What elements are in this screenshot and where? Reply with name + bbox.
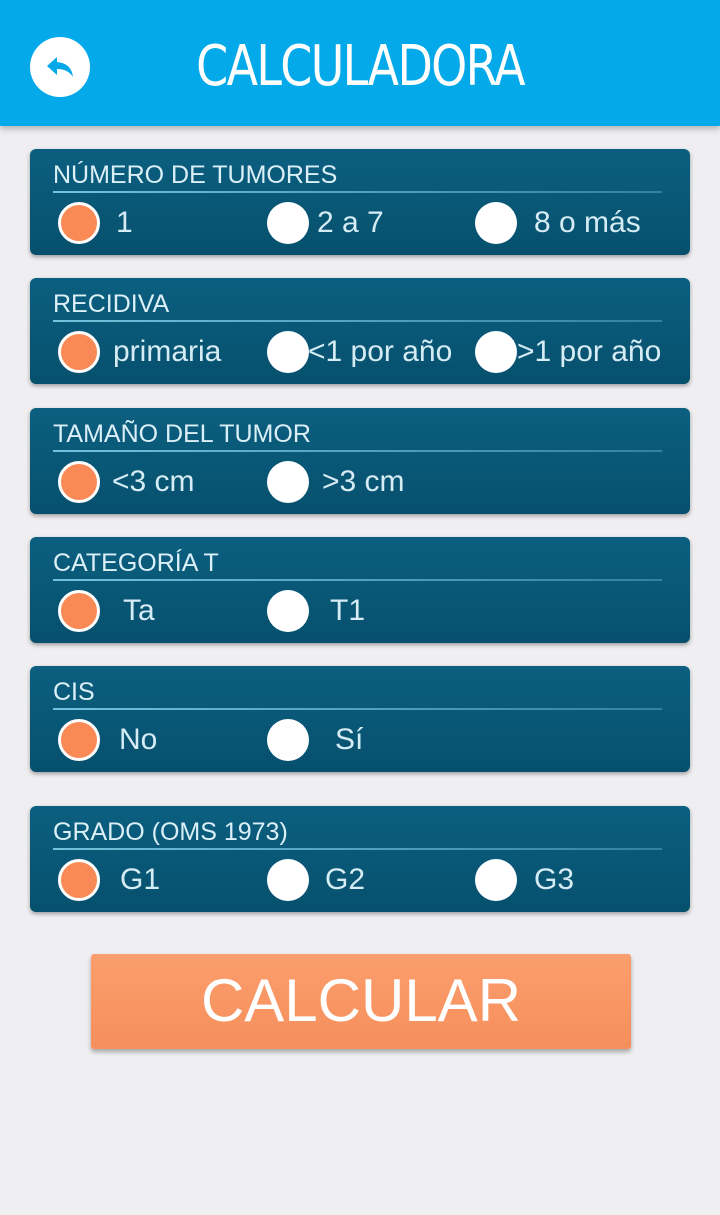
radio-unselected-icon[interactable] xyxy=(475,331,517,373)
option-label: Ta xyxy=(123,594,155,627)
radio-unselected-icon[interactable] xyxy=(267,202,309,244)
group-title: GRADO (OMS 1973) xyxy=(53,818,288,846)
radio-selected-icon[interactable] xyxy=(58,590,100,632)
option-label: 2 a 7 xyxy=(317,206,384,239)
tumor-size-group: TAMAÑO DEL TUMOR <3 cm >3 cm xyxy=(30,408,690,514)
app-bar: CALCULADORA xyxy=(0,0,720,126)
back-button[interactable] xyxy=(30,37,90,97)
option-label: T1 xyxy=(330,594,366,627)
option-label: Sí xyxy=(335,723,364,756)
radio-option-ta[interactable]: Ta xyxy=(58,589,248,633)
radio-unselected-icon[interactable] xyxy=(475,202,517,244)
divider xyxy=(53,848,662,850)
group-title: NÚMERO DE TUMORES xyxy=(53,161,338,189)
option-label: G1 xyxy=(120,863,161,896)
grade-group: GRADO (OMS 1973) G1 G2 G3 xyxy=(30,806,690,912)
group-title: TAMAÑO DEL TUMOR xyxy=(53,420,311,448)
radio-option-g2[interactable]: G2 xyxy=(267,858,457,902)
radio-unselected-icon[interactable] xyxy=(267,331,309,373)
tumor-count-group: NÚMERO DE TUMORES 1 2 a 7 8 o más xyxy=(30,149,690,255)
radio-unselected-icon[interactable] xyxy=(475,859,517,901)
radio-selected-icon[interactable] xyxy=(58,331,100,373)
undo-arrow-icon xyxy=(43,50,77,84)
radio-option-mas-3-cm[interactable]: >3 cm xyxy=(267,460,457,504)
radio-option-mas-1-por-ano[interactable]: >1 por año xyxy=(475,330,690,374)
radio-option-1[interactable]: 1 xyxy=(58,201,248,245)
radio-option-menos-1-por-ano[interactable]: <1 por año xyxy=(267,330,467,374)
option-label: <1 por año xyxy=(308,335,453,368)
radio-unselected-icon[interactable] xyxy=(267,461,309,503)
group-title: RECIDIVA xyxy=(53,290,170,318)
option-label: >3 cm xyxy=(322,465,405,498)
option-label: 1 xyxy=(116,206,133,239)
radio-option-si[interactable]: Sí xyxy=(267,718,457,762)
t-category-group: CATEGORÍA T Ta T1 xyxy=(30,537,690,643)
radio-option-menos-3-cm[interactable]: <3 cm xyxy=(58,460,248,504)
radio-selected-icon[interactable] xyxy=(58,719,100,761)
radio-selected-icon[interactable] xyxy=(58,461,100,503)
radio-selected-icon[interactable] xyxy=(58,202,100,244)
divider xyxy=(53,579,662,581)
radio-unselected-icon[interactable] xyxy=(267,719,309,761)
calculate-button-label: CALCULAR xyxy=(200,967,522,1034)
cis-group: CIS No Sí xyxy=(30,666,690,772)
option-label: G3 xyxy=(534,863,575,896)
option-label: primaria xyxy=(113,335,222,368)
group-title: CIS xyxy=(53,678,95,706)
radio-option-no[interactable]: No xyxy=(58,718,248,762)
radio-selected-icon[interactable] xyxy=(58,859,100,901)
divider xyxy=(53,450,662,452)
radio-unselected-icon[interactable] xyxy=(267,859,309,901)
radio-option-g3[interactable]: G3 xyxy=(475,858,665,902)
calculate-button[interactable]: CALCULAR xyxy=(91,954,631,1049)
option-label: <3 cm xyxy=(112,465,195,498)
group-title: CATEGORÍA T xyxy=(53,549,219,577)
divider xyxy=(53,191,662,193)
radio-option-primaria[interactable]: primaria xyxy=(58,330,248,374)
option-label: G2 xyxy=(325,863,366,896)
option-label: >1 por año xyxy=(517,335,662,368)
option-label: 8 o más xyxy=(534,206,641,239)
radio-unselected-icon[interactable] xyxy=(267,590,309,632)
radio-option-2-a-7[interactable]: 2 a 7 xyxy=(267,201,457,245)
divider xyxy=(53,320,662,322)
radio-option-8-o-mas[interactable]: 8 o más xyxy=(475,201,665,245)
option-label: No xyxy=(119,723,158,756)
divider xyxy=(53,708,662,710)
recurrence-group: RECIDIVA primaria <1 por año >1 por año xyxy=(30,278,690,384)
radio-option-t1[interactable]: T1 xyxy=(267,589,457,633)
page-title: CALCULADORA xyxy=(196,34,525,99)
radio-option-g1[interactable]: G1 xyxy=(58,858,248,902)
